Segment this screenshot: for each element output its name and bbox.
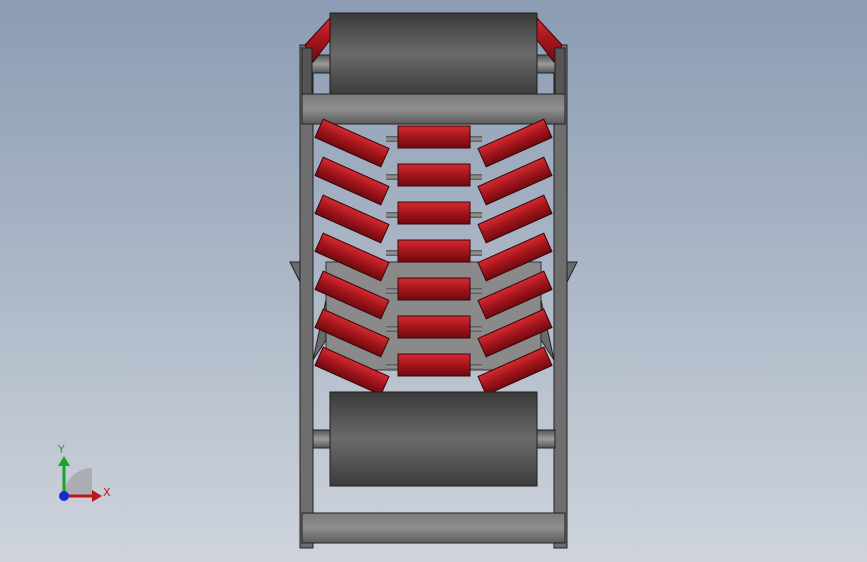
z-axis-dot: [59, 491, 69, 501]
triad-arc: [64, 468, 92, 496]
x-axis-label: X: [103, 486, 111, 499]
top-crossbeam: [301, 93, 566, 125]
right-skirt-wing: [566, 261, 578, 283]
left-skirt-wing: [289, 261, 301, 283]
orientation-triad: [58, 456, 102, 502]
tail-pulley: [329, 391, 538, 487]
conveyor-model[interactable]: [0, 0, 867, 562]
bottom-crossbeam: [301, 512, 566, 544]
head-pulley: [329, 12, 538, 96]
y-axis-label: Y: [58, 443, 65, 456]
3d-viewport[interactable]: Y X: [0, 0, 867, 562]
